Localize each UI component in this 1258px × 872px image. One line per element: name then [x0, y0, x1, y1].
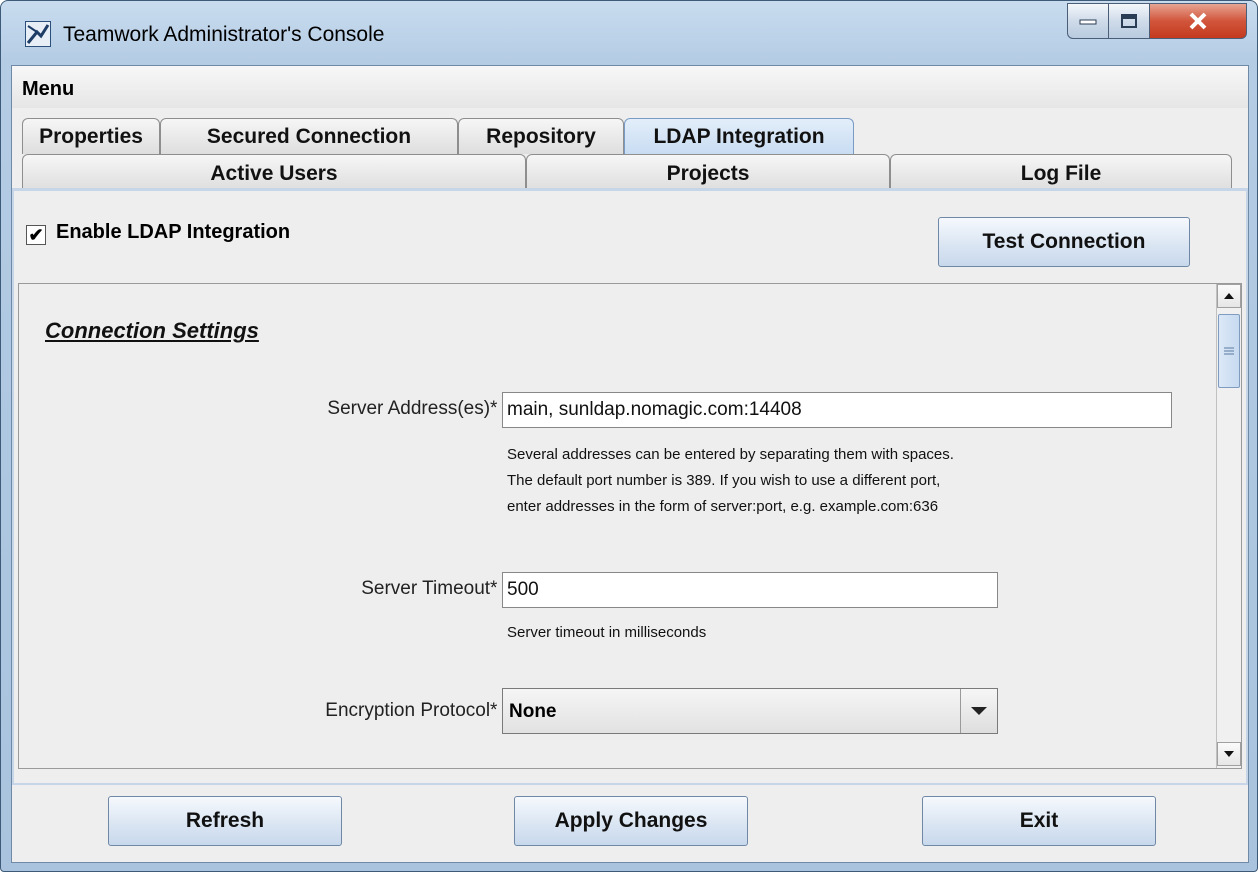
exit-button[interactable]: Exit — [922, 796, 1156, 846]
arrow-up-icon — [1224, 293, 1234, 299]
encryption-protocol-value: None — [509, 701, 557, 722]
test-connection-button[interactable]: Test Connection — [938, 217, 1190, 267]
enable-ldap-checkbox[interactable]: ✔ — [26, 225, 46, 245]
encryption-protocol-select[interactable]: None — [502, 688, 998, 734]
scroll-up-button[interactable] — [1217, 284, 1241, 308]
app-window: Teamwork Administrator's Console Menu Pr… — [0, 0, 1258, 872]
enable-ldap-label[interactable]: Enable LDAP Integration — [56, 221, 290, 244]
grip-icon — [1224, 347, 1234, 355]
tab-ldap-integration[interactable]: LDAP Integration — [624, 118, 854, 154]
server-timeout-hint: Server timeout in milliseconds — [507, 624, 707, 641]
refresh-button[interactable]: Refresh — [108, 796, 342, 846]
tab-properties[interactable]: Properties — [22, 118, 160, 154]
minimize-button[interactable] — [1067, 3, 1109, 39]
close-icon — [1189, 12, 1207, 30]
ldap-panel: ✔ Enable LDAP Integration Test Connectio… — [12, 188, 1248, 785]
tab-active-users[interactable]: Active Users — [22, 154, 526, 190]
dropdown-button[interactable] — [960, 689, 997, 733]
menu-bar: Menu — [12, 66, 1248, 108]
tab-repository[interactable]: Repository — [458, 118, 624, 154]
app-icon — [25, 21, 51, 47]
apply-changes-button[interactable]: Apply Changes — [514, 796, 748, 846]
window-controls — [1067, 3, 1247, 39]
scroll-down-button[interactable] — [1217, 742, 1241, 766]
section-title: Connection Settings — [45, 318, 259, 343]
encryption-protocol-label: Encryption Protocol* : — [325, 700, 508, 721]
connection-settings-scrollpane: Connection Settings Server Address(es)* … — [18, 283, 1242, 769]
server-address-input[interactable]: main, sunldap.nomagic.com:14408 — [502, 392, 1172, 428]
checkmark-icon: ✔ — [28, 225, 44, 245]
server-timeout-label: Server Timeout* : — [361, 578, 508, 599]
chevron-down-icon — [971, 707, 987, 715]
tab-log-file[interactable]: Log File — [890, 154, 1232, 190]
server-timeout-input[interactable]: 500 — [502, 572, 998, 608]
hint-line: The default port number is 389. If you w… — [507, 472, 941, 489]
hint-line: Several addresses can be entered by sepa… — [507, 446, 954, 463]
client-area: Menu Properties Secured Connection Repos… — [11, 65, 1249, 863]
maximize-button[interactable] — [1109, 3, 1150, 39]
vertical-scrollbar[interactable] — [1216, 284, 1241, 768]
tab-projects[interactable]: Projects — [526, 154, 890, 190]
menu-item-menu[interactable]: Menu — [22, 66, 74, 108]
arrow-down-icon — [1224, 751, 1234, 757]
close-button[interactable] — [1150, 3, 1247, 39]
minimize-icon — [1079, 19, 1097, 25]
title-bar[interactable]: Teamwork Administrator's Console — [1, 1, 1257, 63]
window-title: Teamwork Administrator's Console — [63, 23, 385, 46]
scroll-thumb[interactable] — [1218, 314, 1240, 388]
tab-secured-connection[interactable]: Secured Connection — [160, 118, 458, 154]
hint-line: enter addresses in the form of server:po… — [507, 498, 939, 515]
server-address-hint: Several addresses can be entered by sepa… — [507, 442, 954, 520]
server-address-label: Server Address(es)* : — [327, 398, 508, 419]
maximize-icon — [1121, 14, 1137, 28]
